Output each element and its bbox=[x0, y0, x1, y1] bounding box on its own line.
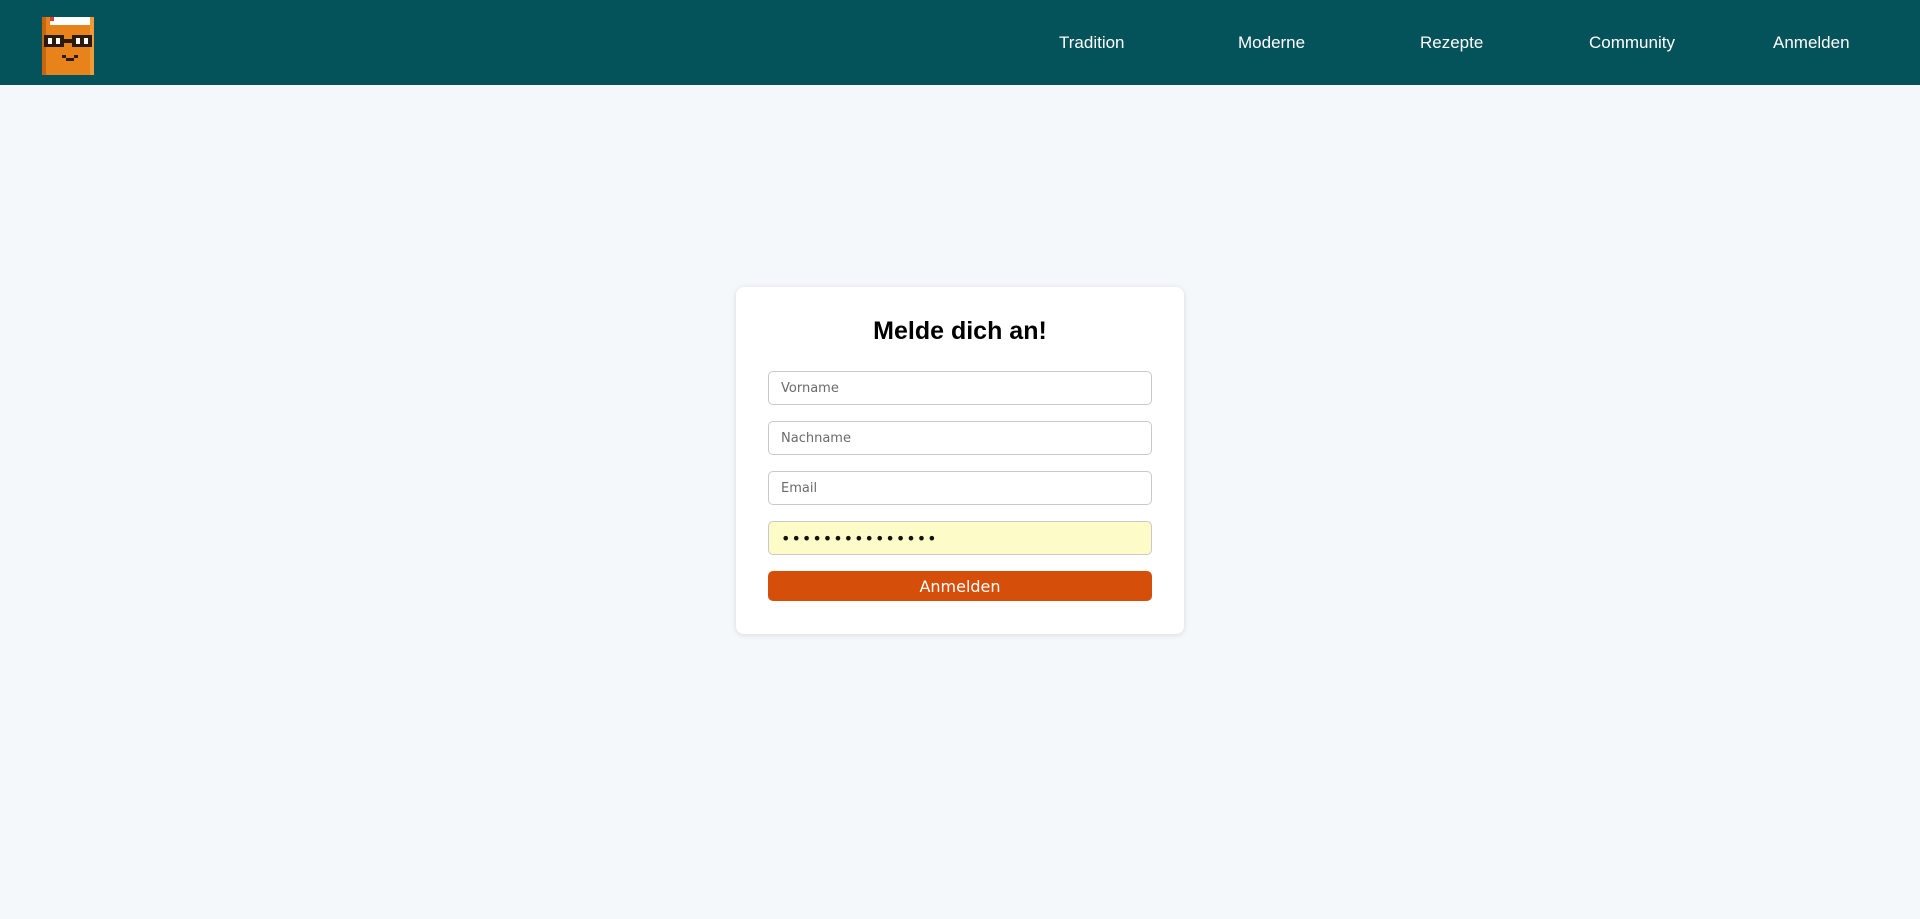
first-name-input[interactable] bbox=[768, 371, 1152, 405]
top-navbar: Tradition Moderne Rezepte Community Anme… bbox=[0, 0, 1920, 85]
password-input[interactable] bbox=[768, 521, 1152, 555]
last-name-input[interactable] bbox=[768, 421, 1152, 455]
nav-link-rezepte[interactable]: Rezepte bbox=[1420, 0, 1483, 85]
nav-link-anmelden[interactable]: Anmelden bbox=[1773, 0, 1850, 85]
email-input[interactable] bbox=[768, 471, 1152, 505]
nav-link-tradition[interactable]: Tradition bbox=[1059, 0, 1125, 85]
nav-link-community[interactable]: Community bbox=[1589, 0, 1675, 85]
login-form-card: Melde dich an! Anmelden bbox=[736, 287, 1184, 634]
login-form-title: Melde dich an! bbox=[873, 317, 1047, 345]
logo-mascot-icon[interactable] bbox=[42, 15, 94, 75]
login-submit-button[interactable]: Anmelden bbox=[768, 571, 1152, 601]
nav-link-moderne[interactable]: Moderne bbox=[1238, 0, 1305, 85]
